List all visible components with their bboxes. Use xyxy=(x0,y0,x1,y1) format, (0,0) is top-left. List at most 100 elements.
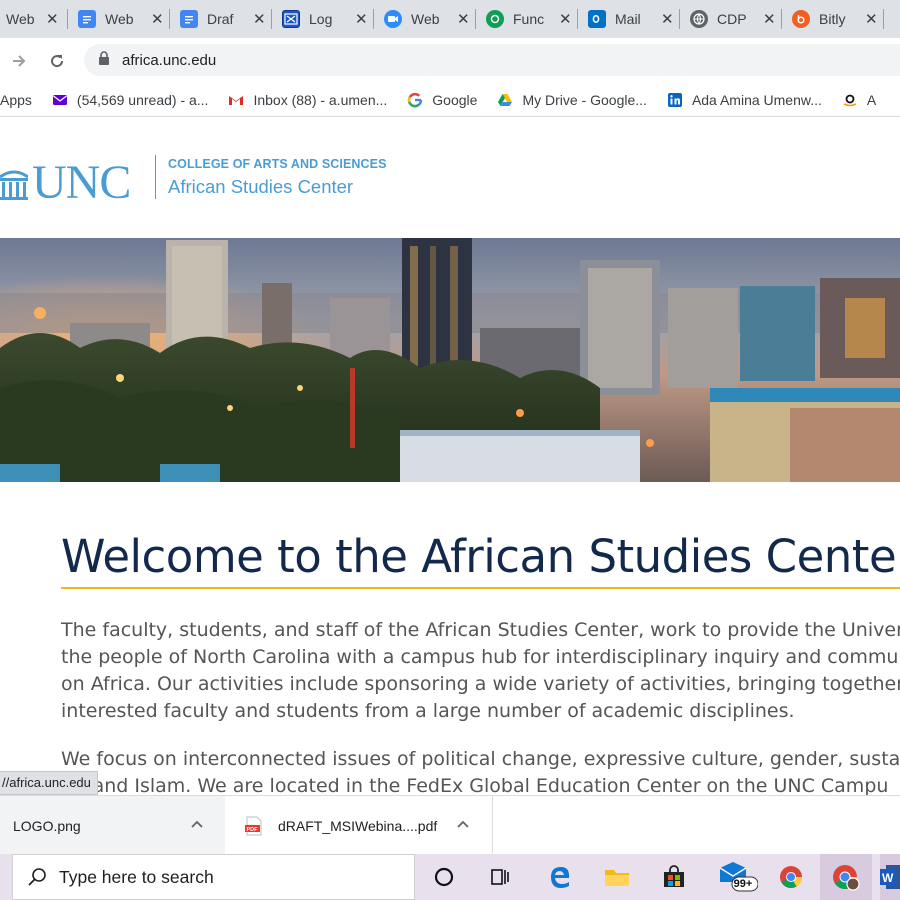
url-text: africa.unc.edu xyxy=(122,51,217,69)
close-icon[interactable]: ✕ xyxy=(559,10,572,28)
tab-title: Bitly xyxy=(819,11,846,27)
forward-icon[interactable] xyxy=(4,46,34,76)
amazon-icon xyxy=(843,94,857,106)
chevron-up-icon[interactable] xyxy=(190,816,204,832)
close-icon[interactable]: ✕ xyxy=(457,10,470,28)
tab-title: Draf xyxy=(207,11,234,27)
reload-icon[interactable] xyxy=(42,46,72,76)
tab-2[interactable]: Draf ✕ xyxy=(170,0,272,38)
bookmark-drive[interactable]: My Drive - Google... xyxy=(497,91,647,108)
old-well-icon xyxy=(0,170,28,200)
tab-7[interactable]: CDP ✕ xyxy=(680,0,782,38)
downloads-bar: LOGO.png PDF dRAFT_MSIWebina....pdf xyxy=(0,795,900,855)
search-icon xyxy=(28,868,46,886)
docs-icon xyxy=(180,10,198,28)
tab-title: Web xyxy=(105,11,134,27)
lock-icon[interactable] xyxy=(98,50,110,70)
task-view-icon[interactable] xyxy=(485,862,515,892)
tab-title: Func xyxy=(513,11,545,27)
tab-title: Mail xyxy=(615,11,641,27)
file-explorer-icon[interactable] xyxy=(602,862,632,892)
close-icon[interactable]: ✕ xyxy=(46,10,59,28)
tab-0[interactable]: Web ✕ xyxy=(0,0,68,38)
title-underline xyxy=(61,587,900,589)
svg-text:PDF: PDF xyxy=(247,827,259,833)
chevron-up-icon[interactable] xyxy=(456,816,470,832)
intro-paragraph: The faculty, students, and staff of the … xyxy=(61,617,900,725)
download-item-logo[interactable]: LOGO.png xyxy=(0,796,225,855)
sheets-icon xyxy=(486,10,504,28)
search-placeholder: Type here to search xyxy=(59,866,214,887)
bookmark-label: Apps xyxy=(0,91,32,108)
tab-3[interactable]: Log ✕ xyxy=(272,0,374,38)
bitly-icon xyxy=(792,10,810,28)
edge-icon[interactable] xyxy=(545,862,575,892)
store-icon[interactable] xyxy=(659,862,689,892)
close-icon[interactable]: ✕ xyxy=(763,10,776,28)
logo-divider xyxy=(155,155,156,199)
taskbar-search[interactable]: Type here to search xyxy=(12,854,415,900)
zoom-icon xyxy=(384,10,402,28)
text-line: We focus on interconnected issues of pol… xyxy=(61,748,900,770)
site-header xyxy=(0,118,900,238)
tab-1[interactable]: Web ✕ xyxy=(68,0,170,38)
bookmark-label: A xyxy=(866,91,877,108)
gmail-icon xyxy=(229,95,244,105)
focus-paragraph: We focus on interconnected issues of pol… xyxy=(61,746,900,800)
text-line: interested faculty and students from a l… xyxy=(61,700,795,722)
hero-image xyxy=(0,238,900,482)
chrome-icon[interactable] xyxy=(776,862,806,892)
tab-8[interactable]: Bitly ✕ xyxy=(782,0,884,38)
unc-logo[interactable]: UNC xyxy=(0,155,131,210)
pdf-icon: PDF xyxy=(245,816,262,835)
close-icon[interactable]: ✕ xyxy=(865,10,878,28)
word-icon[interactable]: W xyxy=(880,854,900,900)
tab-title: CDP xyxy=(717,11,747,27)
tab-title: Web xyxy=(411,11,440,27)
chrome-profile-icon[interactable] xyxy=(820,854,872,900)
bookmark-amazon[interactable]: A xyxy=(842,92,876,108)
bookmark-label: Ada Amina Umenw... xyxy=(691,91,822,108)
close-icon[interactable]: ✕ xyxy=(151,10,164,28)
text-line: the people of North Carolina with a camp… xyxy=(61,646,900,668)
docs-icon xyxy=(78,10,96,28)
cortana-icon[interactable] xyxy=(429,862,459,892)
city-skyline-image xyxy=(0,238,900,482)
bookmark-yahoo-mail[interactable]: (54,569 unread) - a... xyxy=(52,91,209,108)
download-item-pdf[interactable]: PDF dRAFT_MSIWebina....pdf xyxy=(226,796,493,855)
google-icon xyxy=(408,92,423,107)
unc-wordmark: UNC xyxy=(32,156,131,209)
bookmark-apps[interactable]: Apps xyxy=(0,92,32,108)
tab-5[interactable]: Func ✕ xyxy=(476,0,578,38)
globe-icon xyxy=(690,10,708,28)
close-icon[interactable]: ✕ xyxy=(253,10,266,28)
linkedin-icon xyxy=(667,92,682,107)
status-bar-url: //africa.unc.edu xyxy=(0,771,98,795)
page-title: Welcome to the African Studies Center xyxy=(61,530,900,583)
tab-4[interactable]: Web ✕ xyxy=(374,0,476,38)
browser-toolbar: africa.unc.edu xyxy=(0,38,900,83)
yahoo-mail-icon xyxy=(52,94,67,105)
outlook-icon xyxy=(588,10,606,28)
bookmark-gmail[interactable]: Inbox (88) - a.umen... xyxy=(228,92,387,108)
close-icon[interactable]: ✕ xyxy=(661,10,674,28)
drive-icon xyxy=(498,93,513,106)
center-name[interactable]: African Studies Center xyxy=(168,176,353,198)
tab-6[interactable]: Mail ✕ xyxy=(578,0,680,38)
bookmark-label: (54,569 unread) - a... xyxy=(76,91,209,108)
text-line: on Africa. Our activities include sponso… xyxy=(61,673,900,695)
college-name[interactable]: COLLEGE OF ARTS AND SCIENCES xyxy=(168,157,387,171)
mail-icon[interactable]: 99+ xyxy=(716,862,760,892)
windows-taskbar: Type here to search 99+ W xyxy=(0,854,900,900)
tab-title: Web xyxy=(6,11,35,27)
bookmark-google[interactable]: Google xyxy=(407,92,477,108)
close-icon[interactable]: ✕ xyxy=(355,10,368,28)
bookmark-label: Google xyxy=(432,91,478,108)
ex-icon xyxy=(282,10,300,28)
address-bar[interactable]: africa.unc.edu xyxy=(84,44,900,76)
bookmark-label: My Drive - Google... xyxy=(522,91,647,108)
download-name: dRAFT_MSIWebina....pdf xyxy=(278,817,438,834)
svg-text:W: W xyxy=(882,871,894,885)
bookmark-linkedin[interactable]: Ada Amina Umenw... xyxy=(667,92,822,108)
bookmark-label: Inbox (88) - a.umen... xyxy=(253,91,388,108)
